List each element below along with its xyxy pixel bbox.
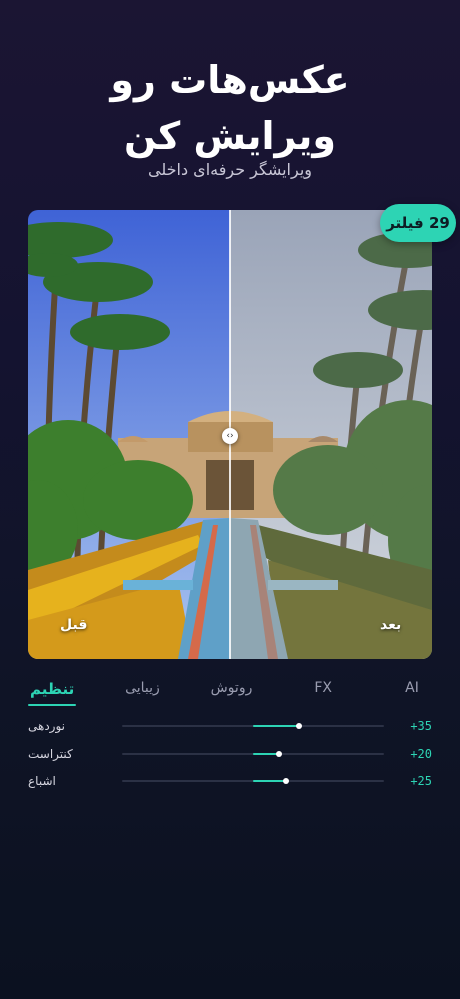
slider-thumb[interactable] <box>276 751 283 757</box>
slider-label: نوردهی <box>28 719 66 733</box>
headline: عکس‌هات رو ویرایش کن <box>0 52 460 164</box>
tab-ai[interactable]: AI <box>388 676 436 704</box>
tab-beauty[interactable]: زیبایی <box>119 676 166 704</box>
after-label: بعد <box>380 617 402 633</box>
headline-line-2: ویرایش کن <box>123 114 337 158</box>
slider-value: +25 <box>410 774 432 788</box>
editor-tabs: AI FX روتوش زیبایی تنظیم <box>24 676 436 706</box>
slider-thumb[interactable] <box>295 723 302 729</box>
slider-exposure: نوردهی +35 <box>28 716 432 736</box>
headline-line-1: عکس‌هات رو <box>110 58 350 102</box>
slider-contrast: کنتراست +20 <box>28 744 432 764</box>
filter-count-badge: 29 فیلتر <box>380 204 456 242</box>
tab-fx[interactable]: FX <box>297 676 349 704</box>
tab-adjust[interactable]: تنظیم <box>24 676 80 706</box>
compare-handle-icon[interactable]: ‹› <box>222 428 238 444</box>
slider-thumb[interactable] <box>282 778 289 784</box>
slider-fill <box>253 725 299 727</box>
slider-label: اشباع <box>28 774 56 788</box>
slider-saturation: اشباع +25 <box>28 771 432 791</box>
tab-retouch[interactable]: روتوش <box>205 676 259 704</box>
slider-value: +35 <box>410 719 432 733</box>
slider-fill <box>253 780 286 782</box>
slider-value: +20 <box>410 747 432 761</box>
before-label: قبل <box>60 617 88 633</box>
slider-label: کنتراست <box>28 747 73 761</box>
subtitle: ویرایشگر حرفه‌ای داخلی <box>147 160 313 179</box>
